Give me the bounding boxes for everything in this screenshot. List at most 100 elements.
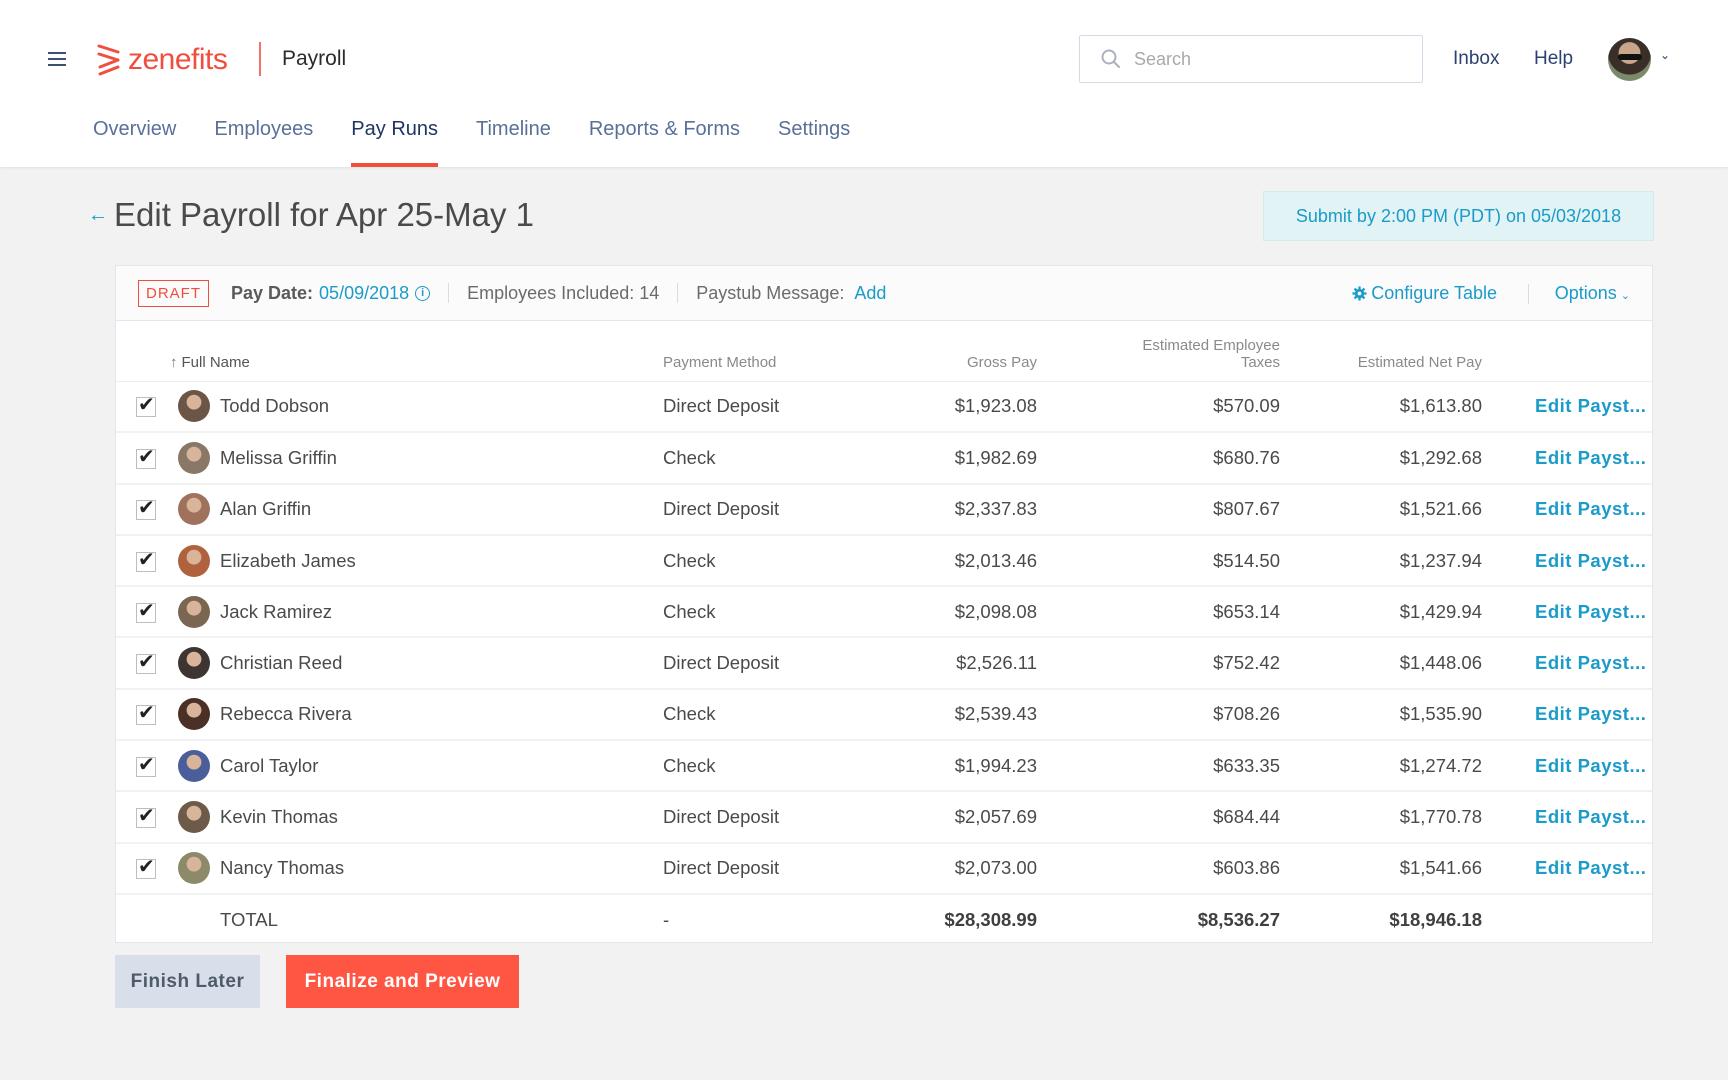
search-box[interactable]: [1079, 35, 1423, 83]
gross-pay: $2,337.83: [838, 483, 1037, 536]
edit-paystub-link[interactable]: Edit Payst...: [1535, 755, 1646, 776]
table-row: Melissa Griffin Check$1,982.69$680.76$1,2…: [116, 432, 1652, 485]
edit-paystub-link[interactable]: Edit Payst...: [1535, 498, 1646, 519]
employee-name[interactable]: Kevin Thomas: [220, 806, 338, 828]
edit-cell: Edit Payst...: [1482, 637, 1652, 690]
row-checkbox-cell: [116, 688, 178, 742]
employee-name[interactable]: Rebecca Rivera: [220, 703, 352, 725]
tab-overview[interactable]: Overview: [93, 118, 176, 167]
name-cell: Kevin Thomas: [178, 791, 663, 844]
help-link[interactable]: Help: [1534, 48, 1573, 70]
edit-cell: Edit Payst...: [1482, 791, 1652, 844]
brand-logo[interactable]: zenefits: [96, 40, 228, 80]
row-checkbox[interactable]: [136, 495, 156, 521]
finalize-and-preview-button[interactable]: Finalize and Preview: [286, 955, 519, 1008]
sort-ascending-icon[interactable]: ↑: [170, 354, 178, 371]
name-cell: Alan Griffin: [178, 483, 663, 536]
row-checkbox[interactable]: [136, 547, 156, 572]
user-avatar[interactable]: [1608, 38, 1651, 81]
employee-avatar: [178, 441, 210, 474]
column-header-estimated-taxes[interactable]: Estimated Employee Taxes: [1037, 321, 1280, 382]
table-row: Elizabeth James Check$2,013.46$514.50$1,2…: [116, 534, 1652, 588]
edit-paystub-link[interactable]: Edit Payst...: [1535, 652, 1646, 673]
configure-table-button[interactable]: Configure Table: [1352, 283, 1497, 304]
gross-pay: $2,098.08: [838, 586, 1037, 639]
tab-employees[interactable]: Employees: [214, 118, 313, 167]
search-input[interactable]: [1134, 48, 1394, 70]
employee-name[interactable]: Todd Dobson: [220, 395, 329, 417]
edit-paystub-link[interactable]: Edit Payst...: [1535, 550, 1646, 571]
payment-method: Direct Deposit: [663, 483, 838, 536]
edit-cell: Edit Payst...: [1482, 688, 1652, 742]
employee-name[interactable]: Elizabeth James: [220, 550, 356, 572]
total-row: TOTAL - $28,308.99 $8,536.27 $18,946.18: [116, 894, 1652, 945]
row-checkbox-cell: [116, 483, 178, 536]
estimated-net-pay: $1,541.66: [1280, 842, 1482, 895]
estimated-net-pay: $1,292.68: [1280, 432, 1482, 485]
payment-method: Check: [663, 534, 838, 588]
pay-date-value[interactable]: 05/09/2018: [319, 283, 409, 304]
edit-paystub-link[interactable]: Edit Payst...: [1535, 857, 1646, 878]
edit-paystub-link[interactable]: Edit Payst...: [1535, 601, 1646, 622]
payment-method: Direct Deposit: [663, 791, 838, 844]
tab-settings[interactable]: Settings: [778, 118, 850, 167]
edit-cell: Edit Payst...: [1482, 432, 1652, 485]
column-header-gross-pay[interactable]: Gross Pay: [838, 321, 1037, 382]
payment-method: Check: [663, 688, 838, 742]
estimated-taxes: $680.76: [1037, 432, 1280, 485]
employee-name[interactable]: Nancy Thomas: [220, 857, 344, 879]
tab-pay-runs[interactable]: Pay Runs: [351, 118, 438, 167]
estimated-taxes: $708.26: [1037, 688, 1280, 742]
estimated-taxes: $807.67: [1037, 483, 1280, 536]
chevron-down-icon[interactable]: ⌄: [1660, 48, 1670, 62]
estimated-net-pay: $1,613.80: [1280, 381, 1482, 434]
submit-deadline-banner: Submit by 2:00 PM (PDT) on 05/03/2018: [1263, 191, 1654, 241]
section-tabs: Overview Employees Pay Runs Timeline Rep…: [93, 118, 888, 167]
employee-name[interactable]: Melissa Griffin: [220, 447, 337, 469]
divider: [1528, 284, 1529, 304]
employee-name[interactable]: Jack Ramirez: [220, 601, 332, 623]
gross-pay: $2,526.11: [838, 637, 1037, 690]
empty-cell: [1482, 894, 1652, 945]
employee-name[interactable]: Alan Griffin: [220, 498, 311, 520]
row-checkbox[interactable]: [136, 752, 156, 777]
edit-cell: Edit Payst...: [1482, 740, 1652, 793]
employee-avatar: [178, 801, 210, 834]
estimated-taxes: $603.86: [1037, 842, 1280, 895]
row-checkbox[interactable]: [136, 598, 156, 623]
column-header-estimated-net-pay[interactable]: Estimated Net Pay: [1280, 321, 1482, 382]
row-checkbox[interactable]: [136, 854, 156, 880]
edit-cell: Edit Payst...: [1482, 586, 1652, 639]
row-checkbox[interactable]: [136, 700, 156, 726]
payment-method: Check: [663, 586, 838, 639]
table-row: Todd Dobson Direct Deposit$1,923.08$570.0…: [116, 381, 1652, 434]
edit-paystub-link[interactable]: Edit Payst...: [1535, 703, 1646, 724]
row-checkbox[interactable]: [136, 649, 156, 675]
edit-paystub-link[interactable]: Edit Payst...: [1535, 806, 1646, 827]
row-checkbox[interactable]: [136, 392, 156, 418]
empty-cell: [116, 894, 178, 945]
name-cell: Melissa Griffin: [178, 432, 663, 485]
employee-name[interactable]: Christian Reed: [220, 652, 342, 674]
edit-paystub-link[interactable]: Edit Payst...: [1535, 395, 1646, 416]
options-dropdown[interactable]: Options ⌄: [1555, 283, 1630, 304]
info-icon[interactable]: i: [415, 285, 431, 301]
finish-later-button[interactable]: Finish Later: [115, 955, 260, 1008]
inbox-link[interactable]: Inbox: [1453, 48, 1499, 70]
estimated-net-pay: $1,535.90: [1280, 688, 1482, 742]
edit-paystub-link[interactable]: Edit Payst...: [1535, 447, 1646, 468]
column-header-full-name[interactable]: ↑ Full Name: [170, 321, 663, 382]
row-checkbox[interactable]: [136, 803, 156, 829]
tab-timeline[interactable]: Timeline: [476, 118, 551, 167]
row-checkbox[interactable]: [136, 444, 156, 469]
column-header-payment-method[interactable]: Payment Method: [663, 321, 838, 382]
tab-reports-forms[interactable]: Reports & Forms: [589, 118, 740, 167]
employee-name[interactable]: Carol Taylor: [220, 755, 318, 777]
gross-pay: $2,013.46: [838, 534, 1037, 588]
back-arrow-icon[interactable]: ←: [88, 204, 108, 227]
name-cell: Elizabeth James: [178, 534, 663, 588]
estimated-taxes: $752.42: [1037, 637, 1280, 690]
estimated-taxes: $633.35: [1037, 740, 1280, 793]
menu-icon[interactable]: [48, 52, 66, 66]
add-paystub-message-link[interactable]: Add: [854, 283, 886, 304]
